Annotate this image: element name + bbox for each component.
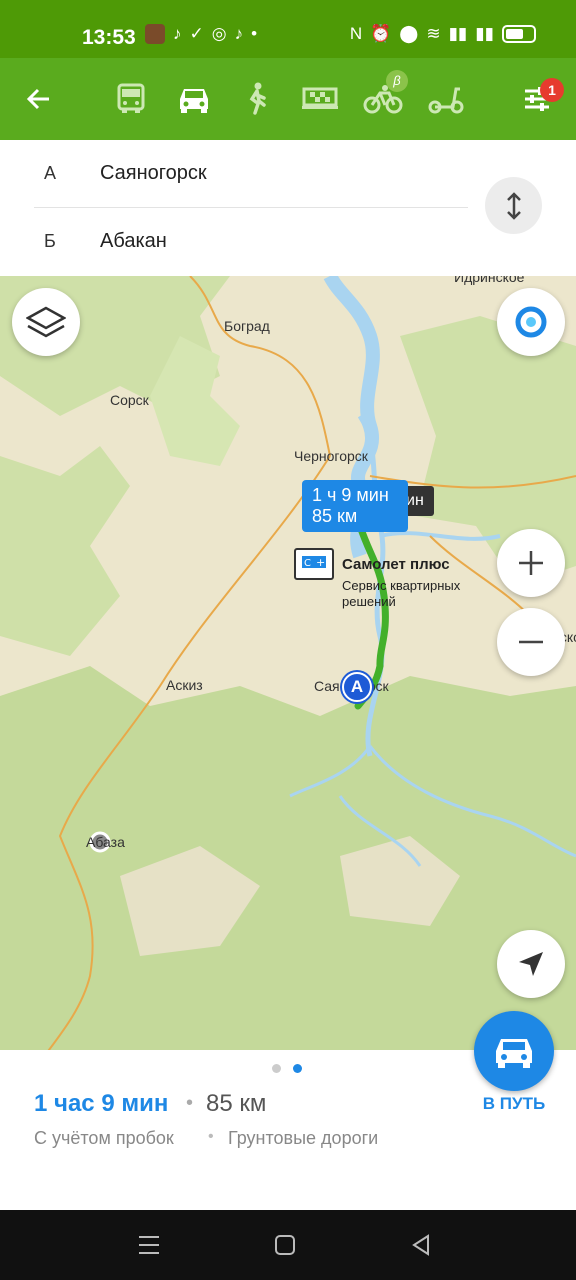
layers-button[interactable] bbox=[12, 288, 80, 356]
route-bubble-distance: 85 км bbox=[312, 506, 358, 526]
zoom-in-button[interactable] bbox=[497, 529, 565, 597]
menu-icon[interactable] bbox=[136, 1232, 162, 1258]
map-label-bograd: Боград bbox=[224, 318, 270, 334]
home-icon[interactable] bbox=[272, 1232, 298, 1258]
mode-scooter-button[interactable] bbox=[419, 72, 473, 126]
settings-badge: 1 bbox=[540, 78, 564, 102]
route-bubble[interactable]: 1 ч 9 мин 85 км bbox=[302, 480, 408, 532]
back-button[interactable] bbox=[12, 72, 66, 126]
svg-text:C: C bbox=[304, 558, 311, 569]
check-circle-icon: ✓ bbox=[189, 24, 204, 43]
poi-marker[interactable]: C + Самолет плюс Сервис квартирных решени… bbox=[294, 548, 460, 609]
avatar-icon bbox=[145, 24, 165, 44]
start-navigation-button[interactable] bbox=[474, 1011, 554, 1091]
map-label-idrinskoe: Идринское bbox=[454, 276, 525, 285]
beta-badge: β bbox=[386, 70, 408, 92]
map-view[interactable]: Боград Сорск Черногорск Идринское Аскиз … bbox=[0, 276, 576, 1050]
to-letter: Б bbox=[44, 230, 56, 251]
car-icon bbox=[496, 1039, 532, 1068]
signal-icon: ▮▮ bbox=[475, 24, 494, 43]
alt-route-bubble[interactable]: ин bbox=[404, 486, 434, 516]
map-label-abaza: Абаза bbox=[86, 834, 125, 850]
page-indicator bbox=[272, 1064, 302, 1073]
taxi-icon bbox=[302, 87, 338, 109]
assistant-button[interactable] bbox=[497, 288, 565, 356]
route-settings-button[interactable]: 1 bbox=[510, 72, 564, 126]
route-panel: А Саяногорск Б Абакан bbox=[0, 140, 576, 276]
summary-time: 1 час 9 мин bbox=[34, 1090, 169, 1117]
battery-icon bbox=[502, 25, 536, 43]
system-icons: N ⏰ ⬤ ≋ ▮▮ ▮▮ bbox=[350, 24, 536, 44]
walk-icon bbox=[249, 82, 266, 115]
summary-roads-note: Грунтовые дороги bbox=[228, 1128, 379, 1148]
navigation-arrow-icon bbox=[519, 952, 543, 976]
car-icon bbox=[180, 89, 208, 113]
minus-icon bbox=[519, 640, 543, 644]
signal-icon: ▮▮ bbox=[448, 24, 468, 43]
page-dot bbox=[272, 1064, 281, 1073]
tiktok-icon: ♪ bbox=[234, 24, 244, 43]
poi-subtitle: Сервис квартирных решений bbox=[342, 578, 461, 609]
route-bubble-time: 1 ч 9 мин bbox=[312, 485, 389, 505]
map-label-askiz: Аскиз bbox=[166, 677, 203, 693]
mode-bicycle-button[interactable]: β bbox=[356, 70, 410, 126]
swap-route-button[interactable] bbox=[485, 177, 542, 234]
to-value: Абакан bbox=[100, 229, 167, 252]
status-time: 13:53 bbox=[82, 26, 136, 49]
route-to-field[interactable]: Б Абакан bbox=[0, 208, 480, 274]
mode-car-button[interactable] bbox=[167, 72, 221, 126]
route-from-field[interactable]: А Саяногорск bbox=[0, 140, 480, 206]
mode-taxi-button[interactable] bbox=[293, 72, 347, 126]
scooter-icon bbox=[428, 87, 464, 114]
swap-vertical-icon bbox=[506, 191, 521, 220]
poi-name: Самолет плюс bbox=[342, 556, 450, 573]
notification-icons: ♪ ✓ ◎ ♪ • bbox=[145, 24, 257, 44]
back-icon[interactable] bbox=[408, 1232, 434, 1258]
plus-icon bbox=[519, 551, 543, 575]
page-dot-active bbox=[293, 1064, 302, 1073]
svg-text:+: + bbox=[316, 556, 325, 569]
my-location-button[interactable] bbox=[497, 930, 565, 998]
location-icon: ⬤ bbox=[399, 24, 419, 43]
map-background bbox=[0, 276, 576, 1050]
summary-traffic-note: С учётом пробок bbox=[34, 1128, 174, 1148]
system-nav-bar bbox=[0, 1210, 576, 1280]
wifi-icon: ≋ bbox=[426, 24, 441, 43]
start-navigation-label[interactable]: В ПУТЬ bbox=[470, 1094, 558, 1114]
target-icon: ◎ bbox=[211, 24, 227, 43]
summary-separator: • bbox=[186, 1092, 194, 1114]
layers-icon bbox=[26, 306, 66, 338]
summary-note-separator: • bbox=[208, 1128, 214, 1145]
bus-icon bbox=[117, 83, 145, 113]
start-pin[interactable]: А bbox=[342, 672, 372, 702]
dot-icon: • bbox=[251, 24, 258, 43]
arrow-left-icon bbox=[26, 88, 49, 110]
zoom-out-button[interactable] bbox=[497, 608, 565, 676]
alarm-icon: ⏰ bbox=[370, 24, 392, 43]
mode-walk-button[interactable] bbox=[230, 72, 284, 126]
nfc-icon: N bbox=[349, 24, 363, 43]
assistant-icon bbox=[515, 306, 547, 338]
transport-toolbar: β 1 bbox=[0, 58, 576, 140]
map-label-sorsk: Сорск bbox=[110, 392, 149, 408]
from-letter: А bbox=[44, 162, 57, 183]
map-label-chernogorsk: Черногорск bbox=[294, 448, 368, 464]
billboard-icon: C + bbox=[294, 548, 334, 580]
from-value: Саяногорск bbox=[100, 161, 207, 184]
mode-bus-button[interactable] bbox=[104, 72, 158, 126]
summary-distance: 85 км bbox=[206, 1090, 267, 1117]
tiktok-icon: ♪ bbox=[173, 24, 182, 43]
